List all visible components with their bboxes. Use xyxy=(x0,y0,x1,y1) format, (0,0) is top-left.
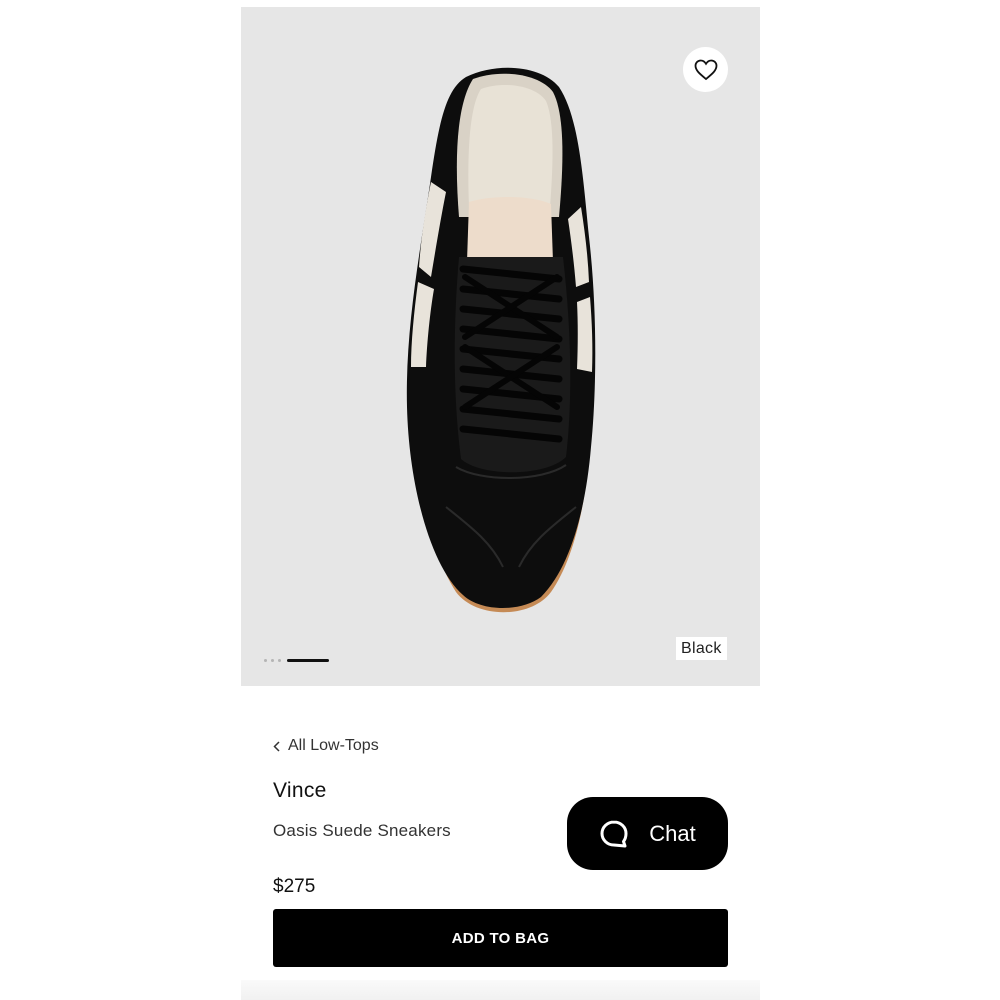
pager-dot[interactable] xyxy=(264,658,267,662)
chat-button[interactable]: Chat xyxy=(567,797,728,870)
chat-label: Chat xyxy=(649,820,696,846)
color-badge: Black xyxy=(676,637,727,660)
breadcrumb-label[interactable]: All Low-Tops xyxy=(288,737,379,755)
heart-icon xyxy=(694,59,717,80)
product-image xyxy=(406,67,596,613)
bottom-edge xyxy=(241,980,760,1000)
add-to-bag-button[interactable]: ADD TO BAG xyxy=(273,909,728,967)
pager-dot[interactable] xyxy=(271,658,274,662)
product-name: Oasis Suede Sneakers xyxy=(273,821,451,840)
pager-dot[interactable] xyxy=(278,658,281,662)
product-image-carousel[interactable]: Black xyxy=(241,7,760,686)
product-page: Black All Low-Tops Vince Oasis Suede Sne… xyxy=(0,0,1000,1000)
breadcrumb[interactable]: All Low-Tops xyxy=(273,737,379,755)
product-brand: Vince xyxy=(273,779,327,802)
chevron-left-icon xyxy=(273,740,280,752)
image-pager[interactable] xyxy=(264,658,329,662)
chat-bubble-icon xyxy=(600,820,628,847)
wishlist-button[interactable] xyxy=(683,47,728,92)
product-price: $275 xyxy=(273,876,316,897)
pager-dot-active[interactable] xyxy=(287,658,329,662)
